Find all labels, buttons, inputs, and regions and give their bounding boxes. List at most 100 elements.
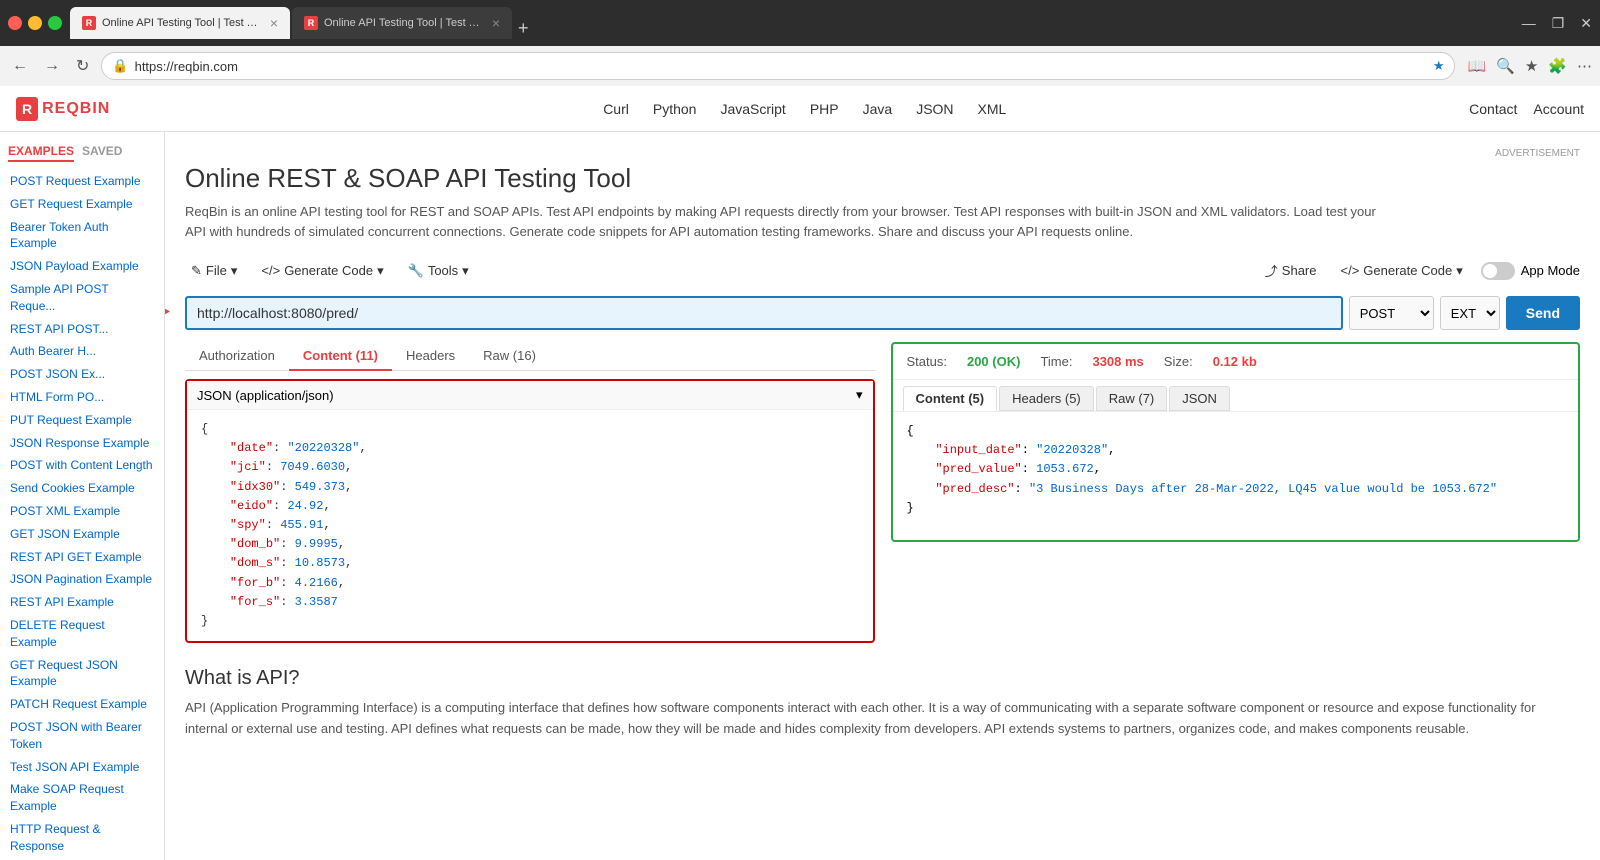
tab-close-2[interactable]: × [492,15,500,31]
method-select[interactable]: POST GET PUT DELETE PATCH [1349,296,1434,330]
what-is-api-section: What is API? API (Application Programmin… [185,667,1580,740]
nav-curl[interactable]: Curl [603,101,629,117]
nav-javascript[interactable]: JavaScript [720,101,785,117]
sidebar-item-9[interactable]: PUT Request Example [0,409,164,432]
forward-button[interactable]: → [40,53,64,79]
what-is-api-text: API (Application Programming Interface) … [185,698,1580,740]
reading-icon[interactable]: 📖 [1467,57,1486,75]
contact-link[interactable]: Contact [1469,101,1517,117]
tools-label: Tools [428,263,458,278]
size-label: Size: [1164,354,1193,369]
window-close-btn[interactable] [8,16,22,30]
tab-content[interactable]: Content (11) [289,342,392,371]
sidebar-item-22[interactable]: Test JSON API Example [0,756,164,779]
body-type-chevron[interactable]: ▾ [856,387,863,403]
sidebar-item-18[interactable]: DELETE Request Example [0,614,164,654]
sidebar-item-19[interactable]: GET Request JSON Example [0,654,164,694]
generate-code-button[interactable]: </> Generate Code ▾ [255,259,389,283]
window-minimize-btn[interactable] [28,16,42,30]
nav-java[interactable]: Java [863,101,893,117]
tab-label-2: Online API Testing Tool | Test Yo... [324,17,486,29]
minimize-icon[interactable]: — [1522,15,1536,32]
tab-headers[interactable]: Headers [392,342,469,371]
sidebar-item-12[interactable]: Send Cookies Example [0,477,164,500]
sidebar-tabs: EXAMPLES SAVED [0,140,164,170]
restore-icon[interactable]: ❐ [1552,15,1565,32]
sidebar-item-17[interactable]: REST API Example [0,591,164,614]
sidebar-item-14[interactable]: GET JSON Example [0,523,164,546]
resp-tab-headers[interactable]: Headers (5) [999,386,1094,411]
share-label: Share [1282,263,1317,278]
send-button[interactable]: Send [1506,296,1580,330]
address-bar-row: ← → ↻ 🔒 https://reqbin.com ★ 📖 🔍 ★ 🧩 ⋯ [0,46,1600,86]
sidebar-item-20[interactable]: PATCH Request Example [0,693,164,716]
sidebar-item-10[interactable]: JSON Response Example [0,432,164,455]
tools-icon: 🔧 [408,263,424,279]
bookmark-icon[interactable]: ★ [1525,57,1538,75]
sidebar-item-13[interactable]: POST XML Example [0,500,164,523]
share-button[interactable]: ⤴ Share [1259,257,1323,284]
url-input[interactable] [185,296,1343,330]
back-button[interactable]: ← [8,53,32,79]
sidebar-item-0[interactable]: POST Request Example [0,170,164,193]
sidebar-item-4[interactable]: Sample API POST Reque... [0,278,164,318]
sidebar-item-24[interactable]: HTTP Request & Response [0,818,164,858]
content-area: ADVERTISEMENT Online REST & SOAP API Tes… [165,132,1600,860]
nav-php[interactable]: PHP [810,101,839,117]
browser-tab-1[interactable]: R Online API Testing Tool | Test Yo... × [70,7,290,39]
request-panel: Authorization Content (11) Headers Raw (… [185,342,875,643]
nav-json[interactable]: JSON [916,101,953,117]
reload-button[interactable]: ↻ [72,52,93,80]
body-header: JSON (application/json) ▾ [187,381,873,410]
request-body-content[interactable]: { "date": "20220328", "jci": 7049.6030, … [187,410,873,641]
tab-close-1[interactable]: × [270,15,278,31]
sidebar-item-2[interactable]: Bearer Token Auth Example [0,216,164,256]
close-icon[interactable]: ✕ [1580,15,1592,32]
app-mode-toggle[interactable]: App Mode [1481,262,1580,280]
nav-python[interactable]: Python [653,101,697,117]
sidebar-item-16[interactable]: JSON Pagination Example [0,568,164,591]
tab-authorization[interactable]: Authorization [185,342,289,371]
file-button[interactable]: ✎ File ▾ [185,259,243,283]
main-nav: Curl Python JavaScript PHP Java JSON XML [140,101,1469,117]
resp-tab-content[interactable]: Content (5) [903,386,998,411]
sidebar-item-8[interactable]: HTML Form PO... [0,386,164,409]
generate-code-label: Generate Code [284,263,373,278]
lock-icon: 🔒 [112,58,128,74]
resp-tab-json[interactable]: JSON [1169,386,1230,411]
tools-button[interactable]: 🔧 Tools ▾ [402,259,475,283]
sidebar-item-7[interactable]: POST JSON Ex... [0,363,164,386]
star-icon[interactable]: ★ [1433,58,1445,74]
more-icon[interactable]: ⋯ [1577,57,1592,75]
sidebar-item-11[interactable]: POST with Content Length [0,454,164,477]
sidebar-tab-examples[interactable]: EXAMPLES [8,144,74,162]
address-bar[interactable]: 🔒 https://reqbin.com ★ [101,52,1455,80]
search-icon[interactable]: 🔍 [1496,57,1515,75]
response-panel: Status: 200 (OK) Time: 3308 ms Size: 0.1… [891,342,1581,643]
sidebar-item-23[interactable]: Make SOAP Request Example [0,778,164,818]
share-icon: ⤴ [1265,261,1278,280]
extensions-icon[interactable]: 🧩 [1548,57,1567,75]
sidebar-item-21[interactable]: POST JSON with Bearer Token [0,716,164,756]
sidebar-item-6[interactable]: Auth Bearer H... [0,340,164,363]
toggle-control[interactable] [1481,262,1515,280]
resp-tab-raw[interactable]: Raw (7) [1096,386,1168,411]
nav-xml[interactable]: XML [978,101,1007,117]
sidebar-item-1[interactable]: GET Request Example [0,193,164,216]
page-description: ReqBin is an online API testing tool for… [185,202,1385,241]
app-header: R REQBIN Curl Python JavaScript PHP Java… [0,86,1600,132]
browser-tab-2[interactable]: R Online API Testing Tool | Test Yo... × [292,7,512,39]
sidebar-item-15[interactable]: REST API GET Example [0,546,164,569]
new-tab-button[interactable]: + [518,18,529,39]
window-maximize-btn[interactable] [48,16,62,30]
sidebar-tab-saved[interactable]: SAVED [82,144,122,162]
tab-raw[interactable]: Raw (16) [469,342,550,371]
account-link[interactable]: Account [1533,101,1584,117]
status-label: Status: [907,354,947,369]
sidebar-item-5[interactable]: REST API POST... [0,318,164,341]
logo[interactable]: R REQBIN [16,97,110,121]
ext-select[interactable]: EXT [1440,296,1500,330]
sidebar-item-3[interactable]: JSON Payload Example [0,255,164,278]
generate-code-2-button[interactable]: </> Generate Code ▾ [1335,259,1469,283]
generate-code-2-label: Generate Code [1363,263,1452,278]
